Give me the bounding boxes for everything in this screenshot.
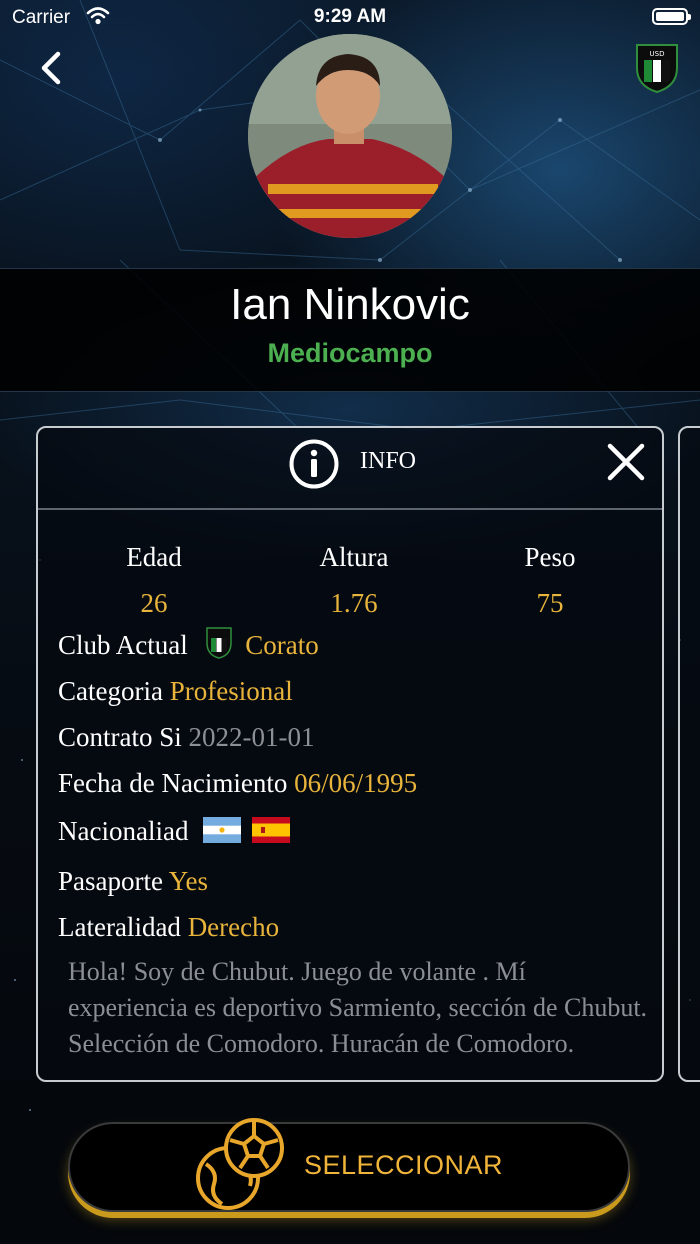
status-time: 9:29 AM <box>313 6 387 27</box>
club-value: Corato <box>245 630 319 660</box>
close-icon <box>607 443 645 481</box>
player-position: Mediocampo <box>267 338 433 368</box>
info-card-header: INFO <box>38 428 662 510</box>
argentina-flag-icon <box>203 817 242 843</box>
info-icon <box>288 438 340 495</box>
club-crest-small-icon <box>205 626 233 660</box>
select-button[interactable]: SELECCIONAR <box>68 1118 630 1212</box>
player-avatar <box>248 34 452 238</box>
laterality-value: Derecho <box>187 912 280 942</box>
passport-row: Pasaporte Yes <box>58 866 208 897</box>
club-row: Club Actual Corato <box>58 626 319 661</box>
player-bio[interactable]: Hola! Soy de Chubut. Juego de volante . … <box>68 954 648 1080</box>
club-crest-icon: USD <box>634 42 680 94</box>
category-row: Categoria Profesional <box>58 676 293 707</box>
passport-label: Pasaporte <box>58 866 163 896</box>
globe-soccer-ball-icon <box>188 1116 298 1221</box>
contract-date: 2022-01-01 <box>188 722 315 752</box>
stat-value-height: 1.76 <box>330 588 378 618</box>
player-name: Ian Ninkovic <box>230 280 470 329</box>
spain-flag-icon <box>251 817 290 843</box>
category-value: Profesional <box>169 676 293 706</box>
laterality-label: Lateralidad <box>58 912 181 942</box>
chevron-left-icon <box>41 51 61 85</box>
nationality-label: Nacionaliad <box>58 816 189 846</box>
next-card-peek[interactable] <box>678 426 700 1082</box>
birth-label: Fecha de Nacimiento <box>58 768 288 798</box>
contract-label: Contrato <box>58 722 153 752</box>
svg-text:USD: USD <box>650 50 665 58</box>
back-button[interactable] <box>34 48 70 88</box>
stat-value-weight: 75 <box>536 588 564 618</box>
info-card-title: INFO <box>360 448 417 474</box>
category-label: Categoria <box>58 676 163 706</box>
laterality-row: Lateralidad Derecho <box>58 912 279 943</box>
nationality-row: Nacionaliad <box>58 816 294 847</box>
battery-icon <box>652 8 691 25</box>
club-label: Club Actual <box>58 630 188 660</box>
stat-label-height: Altura <box>319 542 389 572</box>
stat-label-age: Edad <box>126 542 182 572</box>
birth-value: 06/06/1995 <box>294 768 418 798</box>
stat-value-age: 26 <box>140 588 168 618</box>
select-button-label: SELECCIONAR <box>304 1150 504 1180</box>
contract-row: Contrato Si 2022-01-01 <box>58 722 315 753</box>
contract-value: Si <box>159 722 182 752</box>
birth-row: Fecha de Nacimiento 06/06/1995 <box>58 768 417 799</box>
status-bar: Carrier 9:29 AM <box>0 0 700 36</box>
stat-label-weight: Peso <box>524 542 576 572</box>
info-card: INFO Edad Altura Peso 26 1.76 75 Club Ac… <box>36 426 664 1082</box>
passport-value: Yes <box>168 866 209 896</box>
close-button[interactable] <box>606 442 646 482</box>
